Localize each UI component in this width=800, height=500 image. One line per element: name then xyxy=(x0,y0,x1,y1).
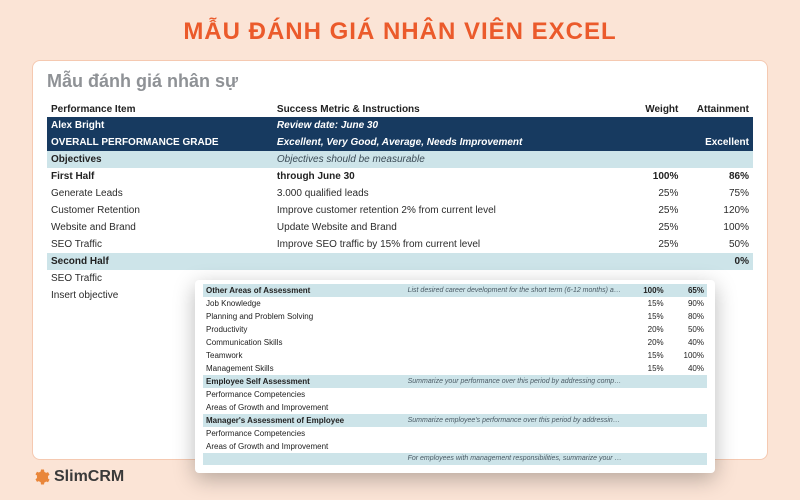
table-row: Customer RetentionImprove customer reten… xyxy=(47,202,753,219)
attain-cell: 100% xyxy=(682,219,753,236)
table-row: Planning and Problem Solving 15%80% xyxy=(203,310,707,323)
table-row: Areas of Growth and Improvement xyxy=(203,401,707,414)
objectives-row: Objectives Objectives should be measurab… xyxy=(47,151,753,168)
self-note: Summarize your performance over this per… xyxy=(405,375,627,388)
overlay-card: Other Areas of Assessment List desired c… xyxy=(195,280,715,473)
attain-cell: 90% xyxy=(667,297,707,310)
weight-cell: 25% xyxy=(612,202,683,219)
table-row: Productivity 20%50% xyxy=(203,323,707,336)
overlay-footer-row: For employees with management responsibi… xyxy=(203,453,707,465)
weight-cell: 15% xyxy=(626,362,666,375)
table-row: Website and BrandUpdate Website and Bran… xyxy=(47,219,753,236)
attain-cell: 40% xyxy=(667,336,707,349)
card-heading: Mẫu đánh giá nhân sự xyxy=(47,71,753,92)
table-row: Job Knowledge 15%90% xyxy=(203,297,707,310)
grade-row: OVERALL PERFORMANCE GRADE Excellent, Ver… xyxy=(47,134,753,151)
item-cell: Areas of Growth and Improvement xyxy=(203,440,405,453)
overlay-table: Other Areas of Assessment List desired c… xyxy=(203,284,707,465)
objectives-label: Objectives xyxy=(47,151,273,168)
attain-cell: 80% xyxy=(667,310,707,323)
attain-cell: 120% xyxy=(682,202,753,219)
first-half-weight: 100% xyxy=(612,168,683,185)
metric-cell: Update Website and Brand xyxy=(273,219,612,236)
item-cell: Performance Competencies xyxy=(203,388,405,401)
overlay-header-weight: 100% xyxy=(626,284,666,297)
attain-cell: 75% xyxy=(682,185,753,202)
overlay-header-note: List desired career development for the … xyxy=(405,284,627,297)
second-half-weight xyxy=(612,253,683,270)
overlay-header-label: Other Areas of Assessment xyxy=(203,284,405,297)
grade-scale: Excellent, Very Good, Average, Needs Imp… xyxy=(273,134,612,151)
attain-cell: 50% xyxy=(682,236,753,253)
overlay-header-row: Other Areas of Assessment List desired c… xyxy=(203,284,707,297)
grade-result: Excellent xyxy=(682,134,753,151)
attain-cell: 50% xyxy=(667,323,707,336)
metric-cell: 3.000 qualified leads xyxy=(273,185,612,202)
col-weight: Weight xyxy=(612,102,683,117)
first-half-note: through June 30 xyxy=(273,168,612,185)
weight-cell: 15% xyxy=(626,310,666,323)
item-cell: Management Skills xyxy=(203,362,405,375)
brand-text: SlimCRM xyxy=(54,468,124,486)
weight-cell: 25% xyxy=(612,236,683,253)
first-half-label: First Half xyxy=(47,168,273,185)
table-row: Teamwork 15%100% xyxy=(203,349,707,362)
col-metric: Success Metric & Instructions xyxy=(273,102,612,117)
col-item: Performance Item xyxy=(47,102,273,117)
name-row: Alex Bright Review date: June 30 xyxy=(47,117,753,134)
second-half-label: Second Half xyxy=(47,253,273,270)
table-row: Generate Leads3.000 qualified leads25%75… xyxy=(47,185,753,202)
second-half-row: Second Half 0% xyxy=(47,253,753,270)
overlay-footer-note: For employees with management responsibi… xyxy=(405,453,627,465)
item-cell: Website and Brand xyxy=(47,219,273,236)
grade-label: OVERALL PERFORMANCE GRADE xyxy=(47,134,273,151)
second-half-attain: 0% xyxy=(682,253,753,270)
table-row: SEO TrafficImprove SEO traffic by 15% fr… xyxy=(47,236,753,253)
item-cell: Teamwork xyxy=(203,349,405,362)
attain-cell: 100% xyxy=(667,349,707,362)
item-cell: SEO Traffic xyxy=(47,236,273,253)
item-cell: Areas of Growth and Improvement xyxy=(203,401,405,414)
item-cell: Performance Competencies xyxy=(203,427,405,440)
manager-assessment-row: Manager's Assessment of Employee Summari… xyxy=(203,414,707,427)
employee-name: Alex Bright xyxy=(47,117,273,134)
item-cell: Generate Leads xyxy=(47,185,273,202)
evaluation-table: Performance Item Success Metric & Instru… xyxy=(47,102,753,304)
weight-cell: 25% xyxy=(612,185,683,202)
table-row: Areas of Growth and Improvement xyxy=(203,440,707,453)
weight-cell: 20% xyxy=(626,336,666,349)
table-row: Performance Competencies xyxy=(203,388,707,401)
objectives-note: Objectives should be measurable xyxy=(273,151,612,168)
self-label: Employee Self Assessment xyxy=(203,375,405,388)
weight-cell: 25% xyxy=(612,219,683,236)
item-cell: Customer Retention xyxy=(47,202,273,219)
item-cell: Productivity xyxy=(203,323,405,336)
table-header-row: Performance Item Success Metric & Instru… xyxy=(47,102,753,117)
weight-cell: 15% xyxy=(626,297,666,310)
self-assessment-row: Employee Self Assessment Summarize your … xyxy=(203,375,707,388)
manager-note: Summarize employee's performance over th… xyxy=(405,414,627,427)
attain-cell: 40% xyxy=(667,362,707,375)
metric-cell: Improve customer retention 2% from curre… xyxy=(273,202,612,219)
metric-cell: Improve SEO traffic by 15% from current … xyxy=(273,236,612,253)
weight-cell: 20% xyxy=(626,323,666,336)
overlay-header-attain: 65% xyxy=(667,284,707,297)
weight-cell: 15% xyxy=(626,349,666,362)
item-cell: Planning and Problem Solving xyxy=(203,310,405,323)
first-half-attain: 86% xyxy=(682,168,753,185)
review-date: Review date: June 30 xyxy=(273,117,612,134)
item-cell: Communication Skills xyxy=(203,336,405,349)
first-half-row: First Half through June 30 100% 86% xyxy=(47,168,753,185)
table-row: Communication Skills 20%40% xyxy=(203,336,707,349)
item-cell: Job Knowledge xyxy=(203,297,405,310)
manager-label: Manager's Assessment of Employee xyxy=(203,414,405,427)
table-row: Performance Competencies xyxy=(203,427,707,440)
page-title: MẪU ĐÁNH GIÁ NHÂN VIÊN EXCEL xyxy=(0,0,800,60)
brand-logo: SlimCRM xyxy=(32,468,124,486)
table-row: Management Skills 15%40% xyxy=(203,362,707,375)
gear-icon xyxy=(32,468,50,486)
col-attainment: Attainment xyxy=(682,102,753,117)
